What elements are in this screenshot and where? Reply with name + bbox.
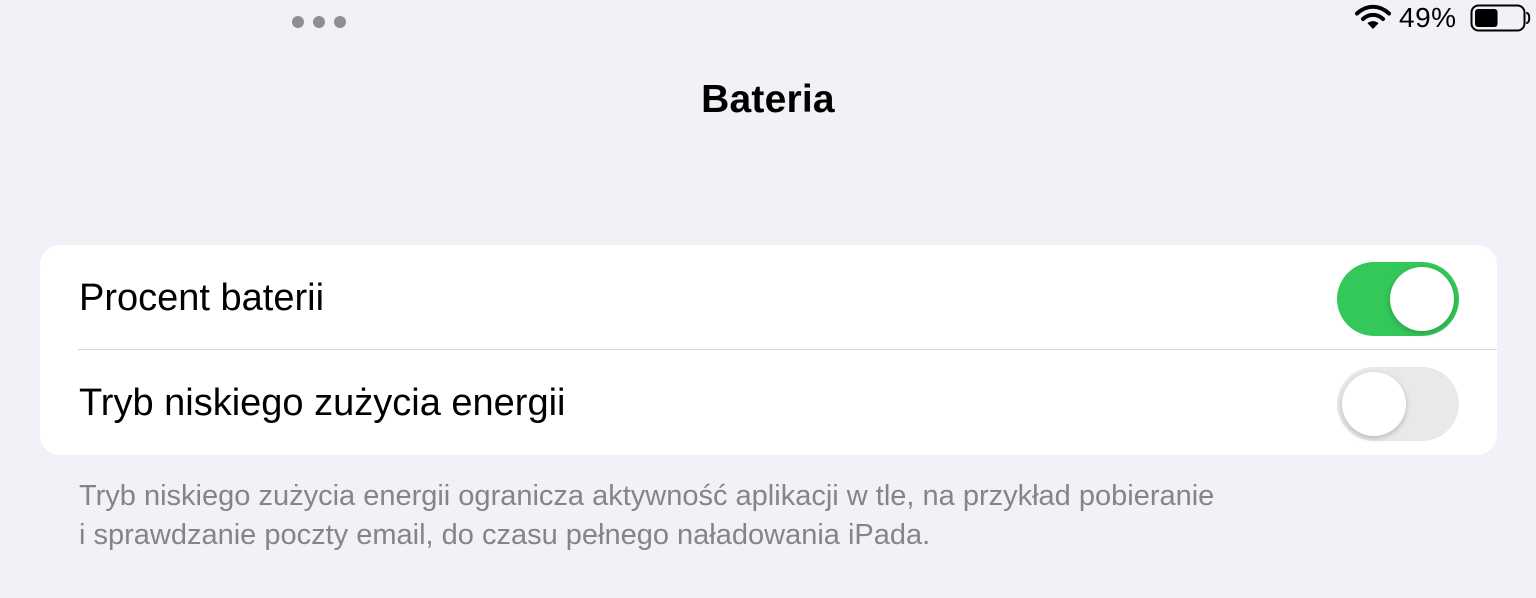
toggle-knob [1390, 267, 1454, 331]
low-power-mode-row[interactable]: Tryb niskiego zużycia energii [40, 350, 1497, 455]
toggle-knob [1342, 372, 1406, 436]
description-line-2: i sprawdzanie poczty email, do czasu peł… [79, 519, 931, 551]
low-power-mode-description: Tryb niskiego zużycia energii ogranicza … [79, 477, 1419, 555]
low-power-mode-label: Tryb niskiego zużycia energii [79, 382, 566, 424]
multitasking-dots-icon[interactable] [292, 16, 346, 28]
page-title: Bateria [701, 78, 835, 121]
wifi-icon [1355, 4, 1391, 29]
description-line-1: Tryb niskiego zużycia energii ogranicza … [79, 480, 1215, 512]
battery-icon [1470, 4, 1531, 32]
battery-settings-group: Procent baterii Tryb niskiego zużycia en… [40, 245, 1497, 455]
battery-percentage-row[interactable]: Procent baterii [40, 245, 1497, 350]
low-power-mode-toggle[interactable] [1337, 367, 1459, 441]
battery-percentage-label: Procent baterii [79, 277, 325, 319]
battery-percentage: 49% [1399, 2, 1457, 33]
battery-percentage-toggle[interactable] [1337, 262, 1459, 336]
status-bar: 49% [0, 0, 1536, 36]
